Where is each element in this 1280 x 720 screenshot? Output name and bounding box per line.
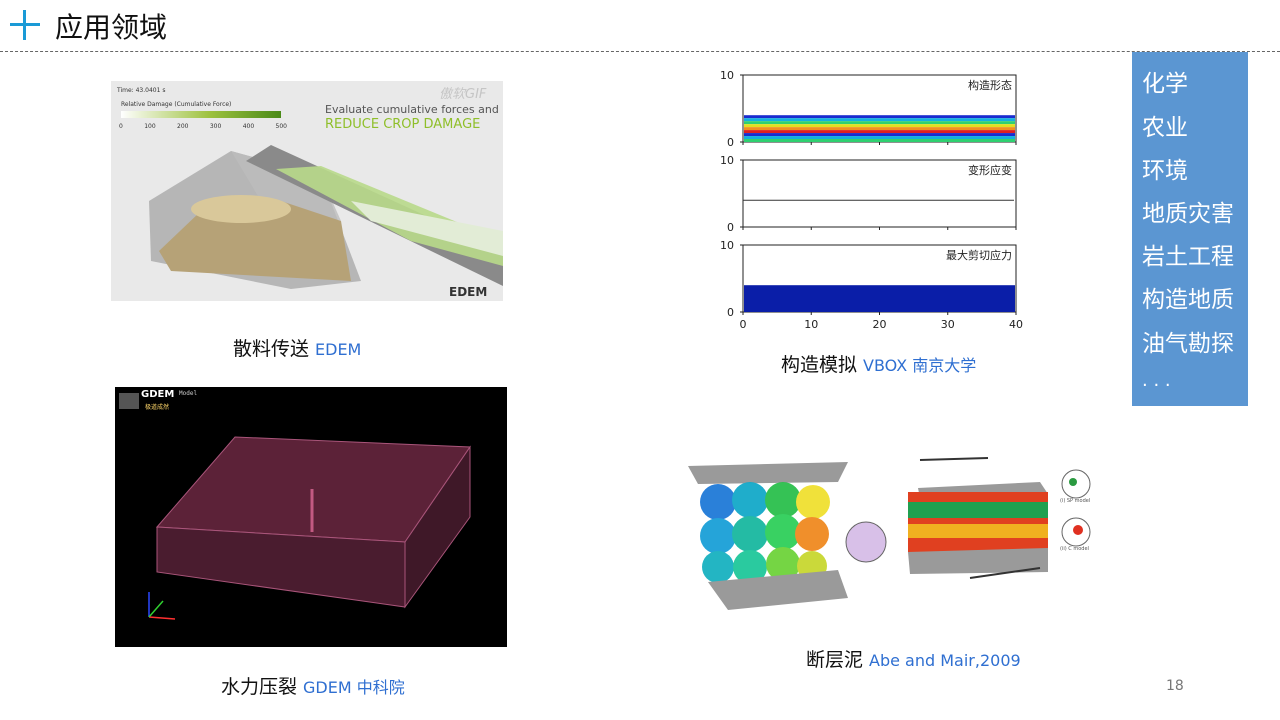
application-item-ellipsis: . . . (1142, 370, 1171, 391)
y-tick-label: 10 (720, 69, 734, 82)
y-tick-label: 0 (727, 221, 734, 234)
caption-gdem: 水力压裂 GDEM 中科院 (221, 672, 405, 699)
x-tick-label: 20 (873, 318, 887, 331)
layer-band (744, 118, 1015, 122)
page-title: 应用领域 (55, 11, 168, 44)
edem-time-label: Time: 43.0401 s (117, 87, 166, 94)
particle-cluster (700, 482, 830, 584)
edem-text-1: Evaluate cumulative forces and (325, 103, 499, 116)
application-item: 环境 (1142, 158, 1188, 184)
caption-label: 断层泥 (806, 649, 864, 671)
caption-fault: 断层泥 Abe and Mair,2009 (806, 645, 1021, 672)
layer-band (744, 133, 1015, 137)
layer-band (744, 136, 1015, 140)
application-item: 构造地质 (1142, 287, 1234, 313)
caption-label: 散料传送 (233, 338, 310, 360)
caption-vbox: 构造模拟 VBOX 南京大学 (781, 350, 976, 377)
header-divider (0, 51, 1280, 52)
edem-text-2: REDUCE CROP DAMAGE (325, 117, 481, 132)
application-item: 地质灾害 (1142, 201, 1234, 227)
edem-tick: 200 (177, 123, 189, 130)
edem-tick: 300 (209, 123, 222, 130)
edem-tick: 500 (275, 123, 287, 130)
edem-tick: 400 (242, 123, 255, 130)
caption-source: Abe and Mair,2009 (869, 651, 1021, 670)
caption-label: 构造模拟 (781, 354, 858, 376)
application-item: 化学 (1142, 71, 1188, 97)
application-item: 农业 (1142, 115, 1188, 141)
edem-tick: 0 (119, 123, 123, 130)
edem-logo: EDEM (449, 285, 488, 299)
gdem-image: GDEM 极道成然 Model (115, 387, 507, 647)
x-tick-label: 0 (740, 318, 747, 331)
edem-legend-bar (121, 111, 281, 118)
panel-label: 变形应变 (968, 163, 1012, 177)
c-model-label: (ii) C model (1060, 546, 1089, 552)
caption-edem: 散料传送 EDEM (233, 334, 361, 361)
plus-icon (10, 10, 40, 40)
gdem-logo: GDEM (141, 389, 175, 400)
watermark: 傲软GIF (439, 87, 487, 102)
edem-legend-title: Relative Damage (Cumulative Force) (121, 101, 232, 108)
stress-area (744, 285, 1015, 312)
gdem-logo-sub: 极道成然 (145, 404, 170, 411)
gdem-model-label: Model (179, 390, 198, 397)
application-item: 油气勘探 (1142, 331, 1234, 357)
layer-band (744, 124, 1015, 128)
layer-band (744, 115, 1015, 119)
y-tick-label: 10 (720, 239, 734, 252)
gdem-scene-illustration (119, 393, 471, 620)
edem-tick: 100 (144, 123, 156, 130)
layer-band (744, 130, 1015, 134)
x-tick-label: 40 (1009, 318, 1023, 331)
edem-legend-ticks: 0 100 200 300 400 500 (119, 123, 287, 130)
application-item: 岩土工程 (1142, 244, 1234, 270)
x-tick-label: 30 (941, 318, 955, 331)
panel-label: 最大剪切应力 (946, 248, 1012, 262)
caption-source: EDEM (315, 340, 362, 359)
caption-label: 水力压裂 (221, 676, 298, 698)
y-tick-label: 10 (720, 154, 734, 167)
vbox-chart: 0 10 构造形态 0 10 变形应变 0 10 最大剪切应力 0 10 20 30 40 (720, 69, 1023, 331)
sp-model-label: (i) SP model (1060, 498, 1091, 504)
fault-gouge-image: (i) SP model (ii) C model (688, 452, 1096, 612)
edem-image: Time: 43.0401 s Relative Damage (Cumulat… (111, 81, 503, 301)
layer-band (744, 121, 1015, 125)
y-tick-label: 0 (727, 136, 734, 149)
x-tick-label: 10 (804, 318, 818, 331)
page-number: 18 (1166, 678, 1184, 694)
y-tick-label: 0 (727, 306, 734, 319)
caption-source: VBOX 南京大学 (863, 356, 977, 375)
panel-label: 构造形态 (968, 78, 1012, 92)
fault-gouge-illustration (688, 457, 1091, 610)
layer-band (744, 127, 1015, 131)
layer-band (744, 139, 1015, 142)
caption-source: GDEM 中科院 (303, 678, 405, 697)
application-list: 化学 农业 环境 地质灾害 岩土工程 构造地质 油气勘探 . . . (1132, 52, 1248, 406)
